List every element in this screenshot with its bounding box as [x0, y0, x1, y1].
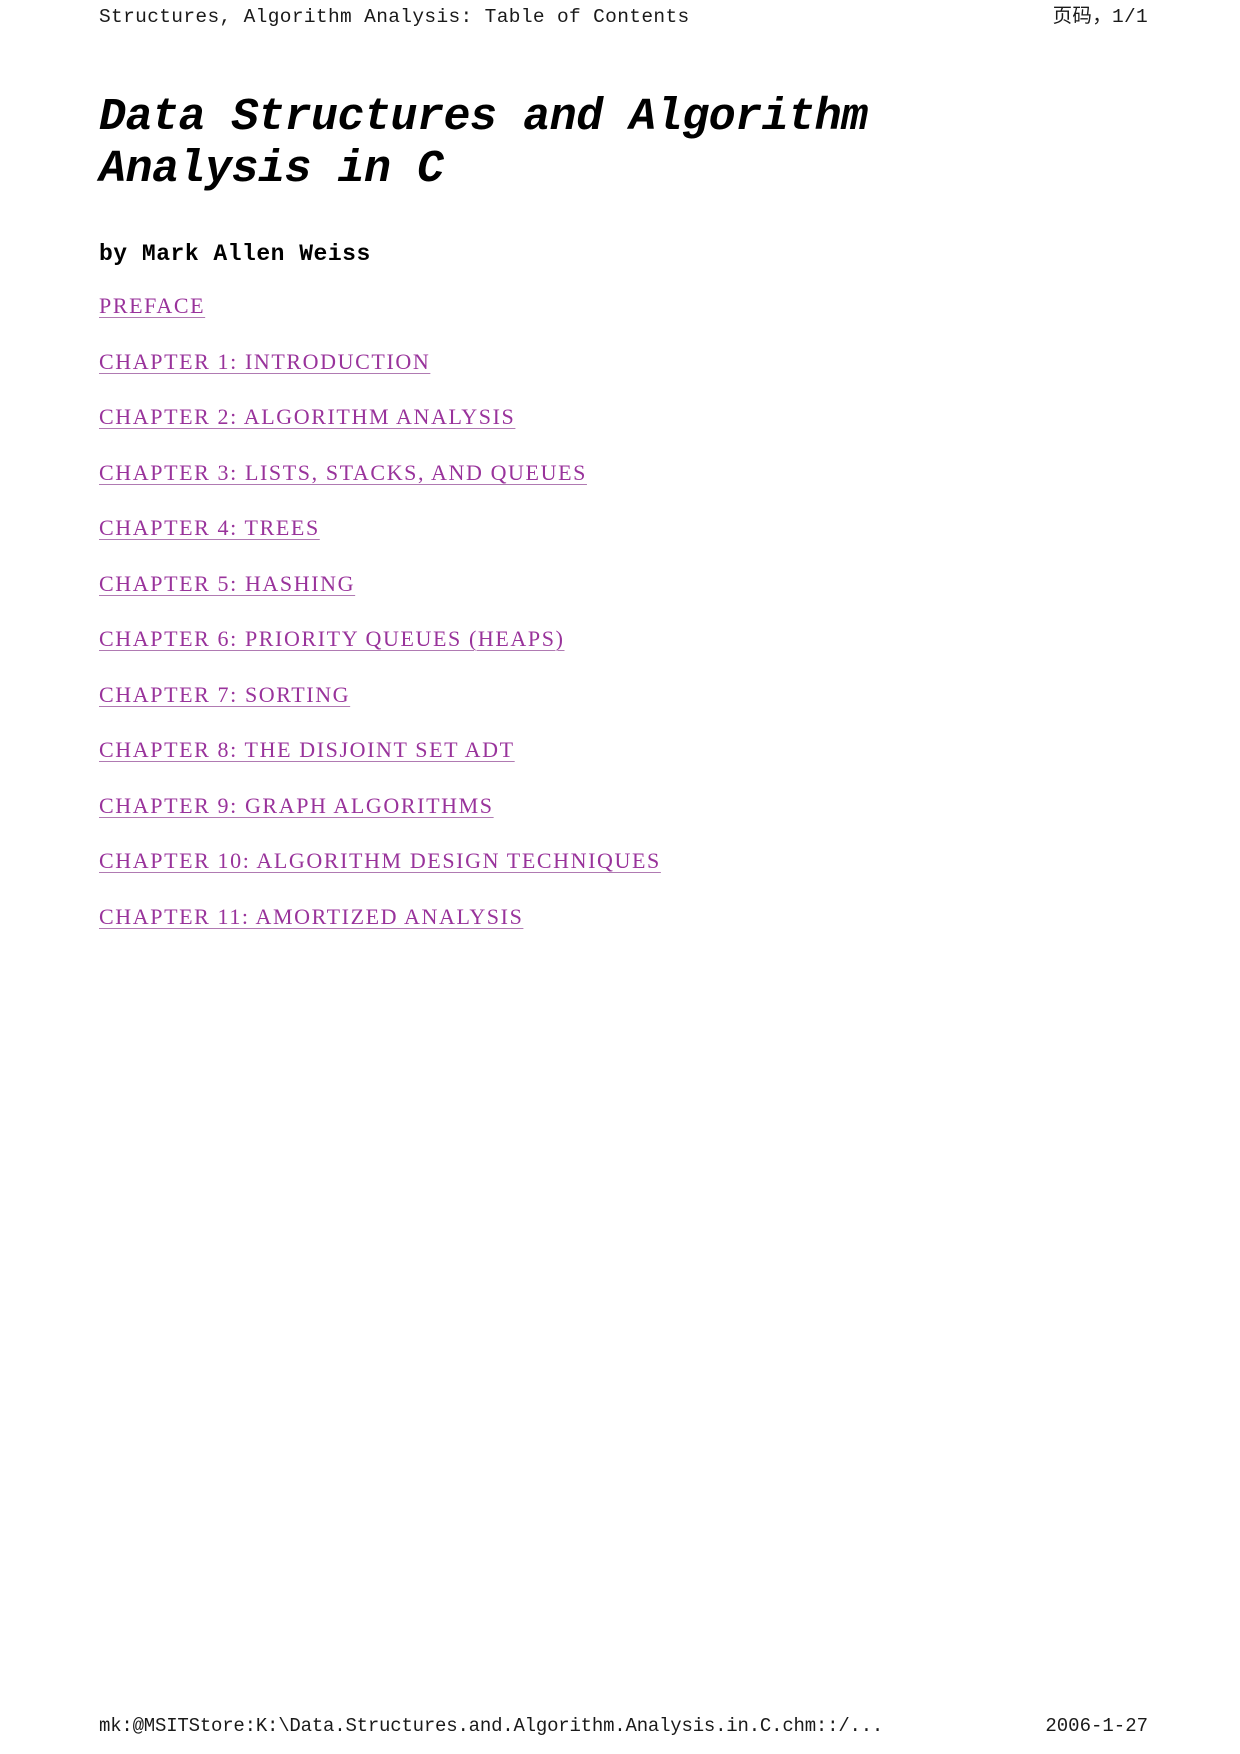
toc-link-1[interactable]: CHAPTER 1: INTRODUCTION: [99, 349, 430, 374]
running-header: Structures, Algorithm Analysis: Table of…: [99, 0, 1148, 34]
list-item: CHAPTER 10: ALGORITHM DESIGN TECHNIQUES: [99, 849, 1099, 905]
document-page: Structures, Algorithm Analysis: Table of…: [0, 0, 1240, 1754]
list-item: CHAPTER 5: HASHING: [99, 571, 1099, 628]
toc-link-7[interactable]: CHAPTER 7: SORTING: [99, 682, 350, 707]
list-item: CHAPTER 8: THE DISJOINT SET ADT: [99, 738, 1099, 794]
toc-link-0[interactable]: PREFACE: [99, 293, 205, 318]
toc-link-11[interactable]: CHAPTER 11: AMORTIZED ANALYSIS: [99, 904, 523, 929]
toc-link-2[interactable]: CHAPTER 2: ALGORITHM ANALYSIS: [99, 404, 515, 429]
toc-link-4[interactable]: CHAPTER 4: TREES: [99, 515, 320, 540]
toc-link-8[interactable]: CHAPTER 8: THE DISJOINT SET ADT: [99, 737, 515, 762]
header-page-number: 页码，1/1: [1052, 6, 1148, 28]
list-item: CHAPTER 9: GRAPH ALGORITHMS: [99, 793, 1099, 850]
document-content: Data Structures and Algorithm Analysis i…: [99, 92, 1099, 960]
list-item: CHAPTER 4: TREES: [99, 516, 1099, 572]
list-item: CHAPTER 7: SORTING: [99, 682, 1099, 739]
header-document-title: Structures, Algorithm Analysis: Table of…: [99, 6, 690, 28]
toc-link-10[interactable]: CHAPTER 10: ALGORITHM DESIGN TECHNIQUES: [99, 848, 661, 873]
list-item: CHAPTER 3: LISTS, STACKS, AND QUEUES: [99, 460, 1099, 517]
footer-source-path: mk:@MSITStore:K:\Data.Structures.and.Alg…: [99, 1715, 884, 1737]
author-byline: by Mark Allen Weiss: [99, 241, 371, 267]
toc-link-3[interactable]: CHAPTER 3: LISTS, STACKS, AND QUEUES: [99, 460, 587, 485]
running-footer: mk:@MSITStore:K:\Data.Structures.and.Alg…: [99, 1714, 1148, 1738]
list-item: CHAPTER 2: ALGORITHM ANALYSIS: [99, 405, 1099, 461]
toc-link-6[interactable]: CHAPTER 6: PRIORITY QUEUES (HEAPS): [99, 626, 565, 651]
list-item: CHAPTER 11: AMORTIZED ANALYSIS: [99, 904, 1099, 961]
table-of-contents: PREFACE CHAPTER 1: INTRODUCTION CHAPTER 2:…: [99, 268, 1099, 960]
footer-date: 2006-1-27: [1045, 1715, 1148, 1737]
list-item: PREFACE: [99, 294, 1099, 350]
toc-link-9[interactable]: CHAPTER 9: GRAPH ALGORITHMS: [99, 793, 494, 818]
toc-link-5[interactable]: CHAPTER 5: HASHING: [99, 571, 355, 596]
page-title: Data Structures and Algorithm Analysis i…: [99, 92, 868, 195]
list-item: CHAPTER 6: PRIORITY QUEUES (HEAPS): [99, 627, 1099, 683]
list-item: CHAPTER 1: INTRODUCTION: [99, 349, 1099, 406]
